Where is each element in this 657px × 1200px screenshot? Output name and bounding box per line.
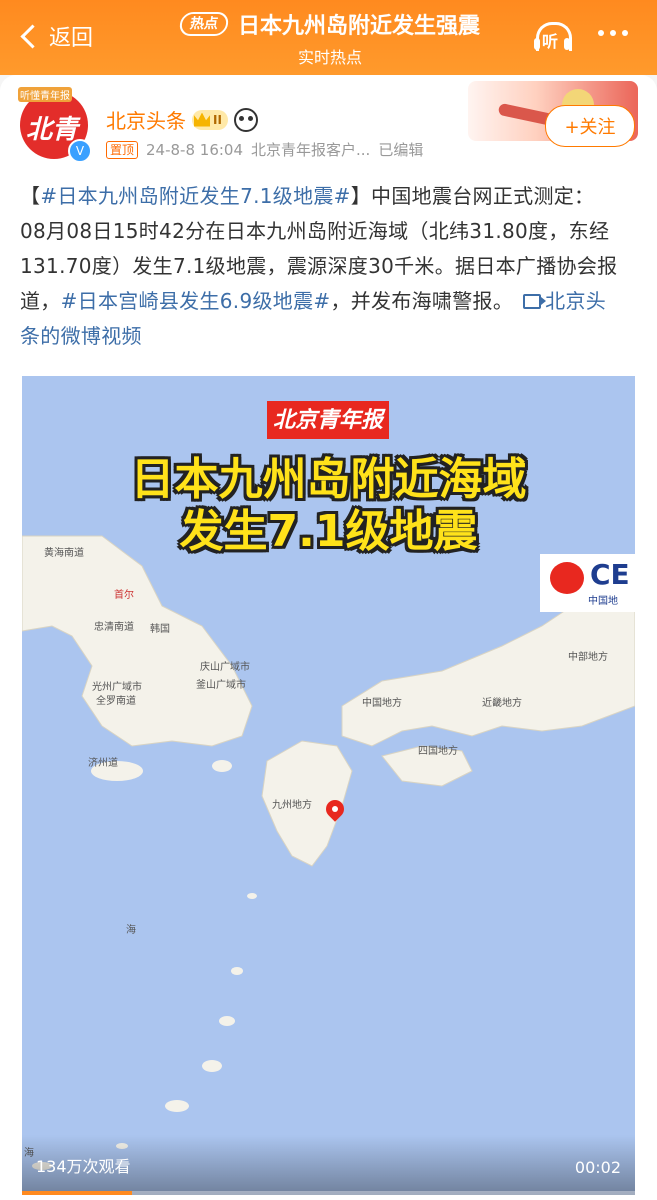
page-subtitle: 实时热点: [297, 48, 362, 67]
avatar-logo: 北青: [26, 115, 79, 145]
panda-icon: [233, 107, 258, 132]
map-label: 黄海南道: [44, 548, 84, 559]
map-label: 釜山广域市: [196, 680, 246, 691]
follow-button[interactable]: +关注: [545, 105, 635, 147]
map-label: 庆山广域市: [200, 662, 250, 673]
post-source: 北京青年报客户...: [251, 141, 371, 159]
post-date: 24-8-8 16:04: [146, 140, 244, 159]
rank-badge: II: [192, 109, 228, 130]
map-label: 近畿地方: [482, 698, 522, 709]
title-area: 热点 日本九州岛附近发生强震 实时热点: [150, 8, 510, 68]
listen-label: 听: [542, 32, 559, 51]
cenc-mark-icon: [550, 562, 584, 594]
chevron-left-icon: [20, 23, 45, 49]
map-label: 首尔: [114, 590, 134, 601]
map-label: 全罗南道: [96, 696, 136, 707]
video-progress-fill: [22, 1191, 133, 1195]
video-duration: 00:02: [574, 1158, 621, 1177]
author-name[interactable]: 北京头条: [106, 105, 186, 134]
map-label: 中部地方: [568, 652, 608, 663]
cenc-logo: CE 中国地: [540, 554, 635, 612]
verified-icon: V: [68, 139, 92, 163]
newspaper-logo: 北京青年报: [267, 401, 389, 439]
video-icon: [523, 294, 547, 309]
video-footer: 134万次观看 00:02: [22, 1135, 635, 1195]
avatar-tag: 听懂青年报: [18, 87, 72, 102]
topic-tag-1[interactable]: #日本九州岛附近发生7.1级地震#: [40, 184, 350, 208]
more-dots-icon[interactable]: [598, 30, 628, 36]
post-text-part2: ，并发布海啸警报。: [330, 289, 514, 313]
back-button[interactable]: 返回: [18, 18, 93, 54]
map-label: 中国地方: [362, 698, 402, 709]
video-progress-bar[interactable]: [22, 1191, 635, 1195]
map-label: 韩国: [150, 624, 170, 635]
top-bar: 返回 热点 日本九州岛附近发生强震 实时热点 听: [0, 0, 657, 75]
edited-label: 已编辑: [378, 141, 424, 159]
video-headline: 日本九州岛附近海域 发生7.1级地震: [130, 454, 527, 557]
map-label: 九州地方: [272, 800, 312, 811]
back-label: 返回: [49, 26, 94, 51]
topic-tag-2[interactable]: #日本宫崎县发生6.9级地震#: [61, 289, 331, 313]
hot-tag: 热点: [178, 12, 230, 36]
map-label: 忠清南道: [94, 622, 134, 633]
avatar[interactable]: 听懂青年报 北青 V: [18, 87, 92, 163]
pinned-badge: 置顶: [106, 140, 139, 159]
video-player[interactable]: 北京青年报 日本九州岛附近海域 发生7.1级地震 CE 中国地 黄海南道 首尔 …: [22, 376, 635, 1195]
view-count: 134万次观看: [36, 1157, 131, 1176]
map-label: 光州广域市: [92, 682, 142, 693]
map-label: 济州道: [88, 758, 118, 769]
listen-button[interactable]: 听: [532, 20, 574, 54]
post-card: 听懂青年报 北青 V 北京头条 II 置顶 24-8-8 16:04 北京青年报…: [0, 75, 657, 1200]
post-meta: 置顶 24-8-8 16:04 北京青年报客户... 已编辑: [106, 139, 423, 160]
crown-icon: [194, 112, 210, 127]
author-line: 北京头条 II: [106, 105, 258, 134]
map-label: 四国地方: [418, 746, 458, 757]
map-label: 海: [126, 925, 136, 936]
epicenter-marker-icon: [322, 796, 348, 822]
post-text: 【#日本九州岛附近发生7.1级地震#】中国地震台网正式测定：08月08日15时4…: [20, 184, 618, 348]
page-title: 日本九州岛附近发生强震: [237, 14, 480, 39]
